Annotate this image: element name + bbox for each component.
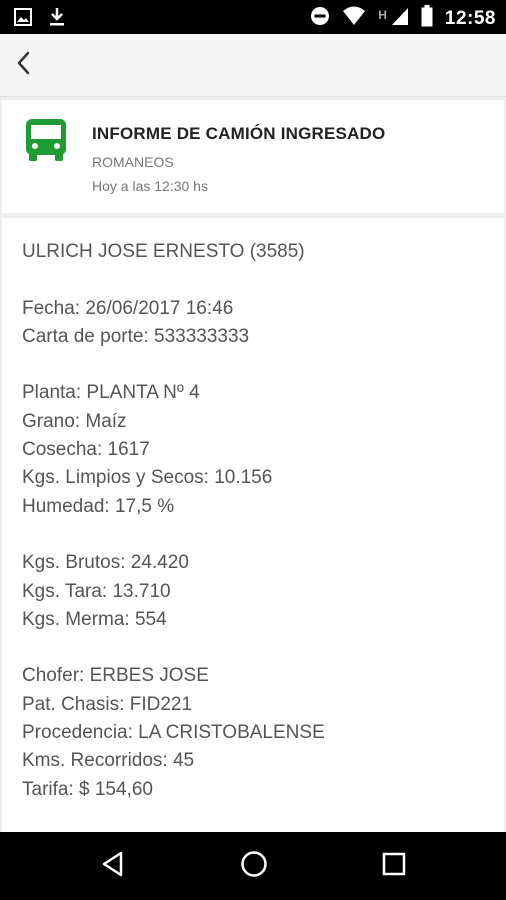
procedencia-field: Procedencia: LA CRISTOBALENSE: [22, 722, 325, 744]
status-time: 12:58: [444, 7, 496, 29]
wifi-icon: [342, 6, 366, 31]
nav-home-icon: [240, 850, 268, 883]
tarifa-field: Tarifa: $ 154,60: [22, 778, 153, 800]
bus-icon: [24, 118, 68, 167]
kms-recorridos-field: Kms. Recorridos: 45: [22, 750, 195, 772]
report-details-card: ULRICH JOSE ERNESTO (3585) Fecha: 26/06/…: [2, 218, 504, 832]
navigation-bar: [0, 832, 506, 900]
cosecha-field: Cosecha: 1617: [22, 439, 150, 461]
carta-de-porte-field: Carta de porte: 533333333: [22, 325, 250, 347]
kgs-brutos-field: Kgs. Brutos: 24.420: [22, 552, 189, 574]
chofer-field: Chofer: ERBES JOSE: [22, 665, 209, 687]
app-bar: [0, 34, 506, 97]
download-icon: [48, 7, 66, 32]
page-title: INFORME DE CAMIÓN INGRESADO: [92, 124, 386, 143]
status-bar-system: H 12:58: [310, 5, 496, 32]
humedad-field: Humedad: 17,5 %: [22, 495, 175, 517]
nav-back-button[interactable]: [93, 846, 133, 886]
status-bar-notifications: [14, 7, 66, 32]
nav-home-button[interactable]: [234, 846, 274, 886]
nav-recents-button[interactable]: [374, 846, 414, 886]
content-panel: INFORME DE CAMIÓN INGRESADO ROMANEOS Hoy…: [0, 97, 506, 832]
nav-recents-icon: [382, 852, 406, 881]
back-arrow-icon: [14, 50, 34, 81]
planta-field: Planta: PLANTA Nº 4: [22, 382, 200, 404]
page-subtitle: ROMANEOS: [92, 154, 174, 170]
nav-back-icon: [100, 851, 126, 882]
network-type-badge: H: [378, 7, 387, 22]
battery-icon: [421, 5, 433, 32]
kgs-merma-field: Kgs. Merma: 554: [22, 608, 167, 630]
signal-icon: [391, 6, 409, 31]
report-details: ULRICH JOSE ERNESTO (3585) Fecha: 26/06/…: [22, 238, 325, 804]
grano-field: Grano: Maíz: [22, 410, 127, 432]
notification-time: Hoy a las 12:30 hs: [92, 178, 208, 194]
status-bar: H 12:58: [0, 0, 506, 34]
fecha-field: Fecha: 26/06/2017 16:46: [22, 297, 234, 319]
do-not-disturb-icon: [310, 6, 330, 31]
image-icon: [14, 8, 32, 31]
kgs-tara-field: Kgs. Tara: 13.710: [22, 580, 171, 602]
back-button[interactable]: [4, 45, 44, 85]
pat-chasis-field: Pat. Chasis: FID221: [22, 693, 193, 715]
kgs-limpios-field: Kgs. Limpios y Secos: 10.156: [22, 467, 273, 489]
notification-header-card: INFORME DE CAMIÓN INGRESADO ROMANEOS Hoy…: [2, 100, 504, 213]
producer-name: ULRICH JOSE ERNESTO (3585): [22, 241, 305, 262]
